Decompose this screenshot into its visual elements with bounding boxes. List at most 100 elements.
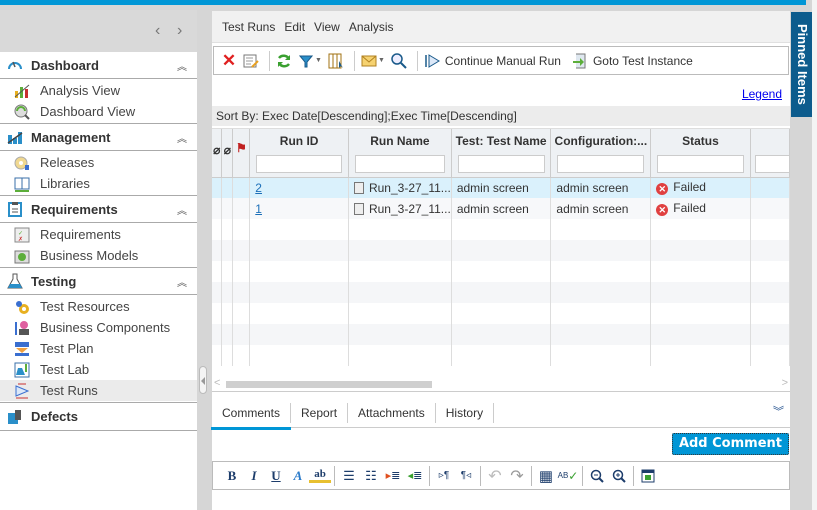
rtl-icon[interactable]: ¶◃ <box>455 466 477 486</box>
delete-icon[interactable]: ✕ <box>220 51 238 70</box>
collapse-icon[interactable]: ︽ <box>177 274 187 289</box>
column-header-configuration[interactable]: Configuration:... <box>550 129 652 178</box>
goto-test-instance-button[interactable]: Goto Test Instance <box>571 52 693 70</box>
send-email-icon[interactable] <box>360 52 378 70</box>
sidebar-group-requirements[interactable]: Requirements ︽ <box>0 196 197 223</box>
undo-icon[interactable]: ↶ <box>484 466 506 486</box>
select-columns-icon[interactable] <box>327 52 345 70</box>
redo-icon[interactable]: ↷ <box>506 466 528 486</box>
column-header-run-id[interactable]: Run ID <box>249 129 349 178</box>
menu-view[interactable]: View <box>314 20 340 34</box>
sidebar-group-testing[interactable]: Testing ︽ <box>0 268 197 295</box>
collapse-icon[interactable]: ︽ <box>177 58 187 73</box>
scroll-left-icon[interactable]: < <box>214 377 220 389</box>
sidebar-group-defects[interactable]: Defects <box>0 403 197 431</box>
sidebar-group-dashboard[interactable]: Dashboard ︽ <box>0 52 197 79</box>
nav-forward-button[interactable]: › <box>177 22 182 40</box>
item-label: Business Components <box>40 320 171 335</box>
attachment2-column-header[interactable]: ⌀ <box>221 129 234 178</box>
status-filter-input[interactable] <box>657 155 744 173</box>
tab-attachments[interactable]: Attachments <box>348 402 436 423</box>
configuration-filter-input[interactable] <box>557 155 645 173</box>
pinned-items-tab[interactable]: Pinned Items <box>791 12 814 117</box>
email-dropdown-icon[interactable]: ▼ <box>378 57 385 64</box>
edit-details-icon[interactable] <box>242 52 260 70</box>
zoom-out-icon[interactable] <box>586 466 608 486</box>
legend-link[interactable]: Legend <box>742 87 782 101</box>
underline-icon[interactable]: U <box>265 466 287 486</box>
sidebar-item-analysis-view[interactable]: Analysis View <box>0 80 197 101</box>
overflow-filter-input[interactable] <box>754 155 790 173</box>
filter-icon[interactable] <box>297 52 315 70</box>
test-runs-grid: ⌀ ⌀ ⚑ Run ID Run Name Test: Test Name Co… <box>212 128 790 376</box>
menu-test-runs[interactable]: Test Runs <box>222 20 275 34</box>
run-id-filter-input[interactable] <box>256 155 343 173</box>
sidebar-item-test-lab[interactable]: Test Lab <box>0 359 197 380</box>
attachment-column-header[interactable]: ⌀ <box>212 129 223 178</box>
continue-manual-run-button[interactable]: Continue Manual Run <box>423 52 561 70</box>
collapse-icon[interactable]: ︽ <box>177 202 187 217</box>
column-header-test-name[interactable]: Test: Test Name <box>451 129 552 178</box>
sidebar-collapse-handle[interactable] <box>199 366 207 394</box>
add-comment-button[interactable]: Add Comment <box>671 433 789 455</box>
business-components-icon <box>14 320 30 336</box>
rich-text-toolbar: B I U A ab ☰ ☷ ▸ ≣ ◂ ≣ ▹¶ ¶◃ ↶ ↷ ▦ AB ✓ <box>212 461 790 490</box>
sidebar-item-business-models[interactable]: Business Models <box>0 245 197 266</box>
numbered-list-icon[interactable]: ☷ <box>360 466 382 486</box>
column-header-overflow[interactable] <box>750 129 790 178</box>
sidebar-item-releases[interactable]: Releases <box>0 152 197 173</box>
nav-back-button[interactable]: ‹ <box>155 22 160 40</box>
sidebar-panel: ‹ › Dashboard ︽ Analysis View Dashboard … <box>0 10 197 510</box>
toolbar: ✕ ▼ ▼ Continue Manual Run Goto Test Inst… <box>213 46 789 75</box>
table-row[interactable]: 2 Run_3-27_11... admin screen admin scre… <box>212 177 790 198</box>
tab-comments[interactable]: Comments <box>210 402 292 430</box>
column-header-run-name[interactable]: Run Name <box>348 129 452 178</box>
scrollbar-thumb[interactable] <box>226 381 432 388</box>
bulleted-list-icon[interactable]: ☰ <box>338 466 360 486</box>
sidebar-item-libraries[interactable]: Libraries <box>0 173 197 194</box>
horizontal-scrollbar[interactable]: < > <box>212 376 790 392</box>
releases-icon <box>14 155 30 171</box>
expand-panel-icon[interactable]: ︾ <box>773 403 784 419</box>
fullscreen-icon[interactable] <box>637 466 659 486</box>
highlight-icon[interactable]: ab <box>309 468 331 483</box>
zoom-in-icon[interactable] <box>608 466 630 486</box>
outdent-icon[interactable]: ◂ ≣ <box>404 466 426 486</box>
flag-column-header[interactable]: ⚑ <box>232 129 251 178</box>
item-label: Libraries <box>40 176 90 191</box>
sidebar-item-dashboard-view[interactable]: Dashboard View <box>0 101 197 122</box>
grid-header-row: ⌀ ⌀ ⚑ Run ID Run Name Test: Test Name Co… <box>212 129 790 178</box>
table-row[interactable]: 1 Run_3-27_11... admin screen admin scre… <box>212 198 790 219</box>
find-icon[interactable] <box>390 52 408 70</box>
column-header-status[interactable]: Status <box>650 129 751 178</box>
sidebar-item-requirements[interactable]: ✓ ✗ Requirements <box>0 224 197 245</box>
indent-icon[interactable]: ▸ ≣ <box>382 466 404 486</box>
requirements-icon: ✓ ✗ <box>14 227 30 243</box>
run-id-link[interactable]: 1 <box>255 202 262 216</box>
run-id-link[interactable]: 2 <box>255 181 262 195</box>
run-name-filter-input[interactable] <box>355 155 445 173</box>
ltr-icon[interactable]: ▹¶ <box>433 466 455 486</box>
sidebar-item-test-runs[interactable]: Test Runs <box>0 380 197 401</box>
analysis-view-icon <box>14 83 30 99</box>
scroll-right-icon[interactable]: > <box>782 377 788 389</box>
menu-analysis[interactable]: Analysis <box>349 20 394 34</box>
italic-icon[interactable]: I <box>243 466 265 486</box>
collapse-icon[interactable]: ︽ <box>177 130 187 145</box>
group-label: Dashboard <box>31 57 99 73</box>
tab-report[interactable]: Report <box>291 402 349 423</box>
sidebar-item-business-components[interactable]: Business Components <box>0 317 197 338</box>
item-label: Test Lab <box>40 362 90 377</box>
tab-history[interactable]: History <box>436 402 495 423</box>
menu-edit[interactable]: Edit <box>284 20 305 34</box>
font-color-icon[interactable]: A <box>287 466 309 486</box>
spell-check-icon[interactable]: AB ✓ <box>557 466 579 486</box>
filter-dropdown-icon[interactable]: ▼ <box>315 57 322 64</box>
insert-table-icon[interactable]: ▦ <box>535 466 557 486</box>
sidebar-item-test-resources[interactable]: Test Resources <box>0 296 197 317</box>
refresh-icon[interactable] <box>275 52 293 70</box>
sidebar-item-test-plan[interactable]: Test Plan <box>0 338 197 359</box>
test-name-filter-input[interactable] <box>457 155 545 173</box>
bold-icon[interactable]: B <box>221 466 243 486</box>
sidebar-group-management[interactable]: Management ︽ <box>0 124 197 151</box>
